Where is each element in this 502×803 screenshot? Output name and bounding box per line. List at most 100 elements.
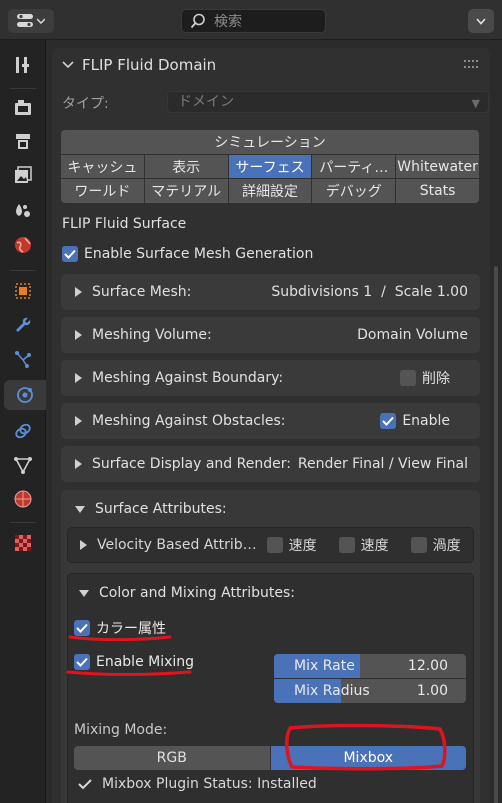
properties-header: 検索	[0, 0, 502, 40]
constraints-icon	[15, 423, 31, 439]
panel-title: FLIP Fluid Domain	[82, 56, 217, 74]
properties-main: FLIP Fluid Domain タイプ: ドメイン ▼ シミュレーション キ…	[46, 40, 502, 803]
mix-rate-slider[interactable]: Mix Rate 12.00	[274, 654, 466, 678]
checkbox-label: Enable Mixing	[96, 654, 195, 670]
tab-surface[interactable]: サーフェス	[228, 155, 312, 178]
vorticity-checkbox[interactable]: 渦度	[410, 535, 461, 555]
physics-icon	[17, 387, 33, 403]
tab-output[interactable]	[6, 126, 40, 156]
mix-rate-label: Mix Rate	[294, 658, 355, 674]
subpanel-meshing-boundary[interactable]: Meshing Against Boundary: 削除	[61, 360, 480, 396]
tab-texture[interactable]	[6, 528, 40, 558]
editor-type-button[interactable]	[8, 9, 54, 33]
enable-surface-mesh-checkbox[interactable]: Enable Surface Mesh Generation	[62, 246, 313, 262]
subpanel-velocity-attributes[interactable]: Velocity Based Attrib… 速度 速度 渦度	[67, 527, 474, 563]
chevron-right-icon	[75, 373, 82, 383]
chevron-down-icon: ▼	[471, 97, 480, 110]
subpanel-meshing-volume[interactable]: Meshing Volume: Domain Volume	[61, 317, 480, 353]
mix-rate-value: 12.00	[407, 658, 448, 674]
plugin-status-row: Mixbox Plugin Status: Installed	[78, 776, 317, 792]
tab-cache[interactable]: キャッシュ	[61, 155, 144, 178]
tab-debug[interactable]: デバッグ	[312, 179, 396, 203]
scrollbar[interactable]	[494, 266, 498, 803]
color-mixing-panel: Color and Mixing Attributes: カラー属性 Enabl…	[67, 573, 474, 803]
checkmark-icon	[380, 413, 397, 429]
tab-label: シミュレーション	[214, 135, 326, 151]
tab-tool[interactable]	[6, 50, 40, 80]
mix-radius-label: Mix Radius	[294, 683, 370, 699]
type-label: タイプ:	[62, 96, 109, 112]
flip-fluid-domain-header[interactable]: FLIP Fluid Domain	[52, 48, 490, 82]
subpanel-surface-mesh[interactable]: Surface Mesh: Subdivisions 1 / Scale 1.0…	[61, 274, 480, 310]
render-icon	[15, 100, 31, 115]
surface-attributes-title: Surface Attributes:	[95, 501, 227, 517]
chevron-right-icon	[80, 540, 87, 550]
options-dropdown[interactable]	[468, 9, 494, 33]
chevron-right-icon	[75, 330, 82, 340]
tab-world[interactable]: ワールド	[61, 179, 144, 203]
world-icon	[15, 237, 31, 253]
chevron-down-icon	[62, 61, 74, 69]
tab-material[interactable]	[6, 484, 40, 514]
search-input[interactable]: 検索	[181, 9, 326, 33]
mode-rgb-button[interactable]: RGB	[74, 746, 270, 770]
tab-data[interactable]	[6, 450, 40, 480]
tab-physics[interactable]	[4, 380, 46, 410]
velocity-checkbox[interactable]: 速度	[266, 535, 317, 555]
chevron-down-icon	[37, 18, 45, 24]
checkmark-icon	[62, 246, 78, 262]
chevron-right-icon	[75, 416, 82, 426]
search-placeholder: 検索	[214, 14, 242, 30]
tab-world[interactable]	[6, 230, 40, 260]
subpanel-label: Surface Display and Render:	[92, 456, 291, 472]
tab-particles[interactable]	[6, 344, 40, 374]
tab-scene[interactable]	[6, 196, 40, 226]
tab-whitewater[interactable]: Whitewater	[396, 155, 479, 178]
mixing-mode-label: Mixing Mode:	[74, 722, 168, 738]
velocity-label: Velocity Based Attrib…	[97, 537, 257, 553]
subpanel-value: Render Final / View Final	[297, 456, 468, 472]
view-layer-icon	[15, 166, 32, 183]
section-title: FLIP Fluid Surface	[62, 216, 187, 232]
subpanel-meshing-obstacles[interactable]: Meshing Against Obstacles: Enable	[61, 403, 480, 439]
speed-checkbox[interactable]: 速度	[338, 535, 389, 555]
tab-object[interactable]	[6, 276, 40, 306]
tab-simulation[interactable]: シミュレーション	[61, 130, 479, 154]
checkbox-label: カラー属性	[96, 621, 166, 637]
checkbox-label: 削除	[422, 371, 450, 387]
color-mixing-header[interactable]: Color and Mixing Attributes:	[79, 585, 295, 601]
tab-constraints[interactable]	[6, 416, 40, 446]
tab-stats[interactable]: Stats	[396, 179, 479, 203]
mix-radius-slider[interactable]: Mix Radius 1.00	[274, 679, 466, 703]
enable-obstacles-checkbox[interactable]: Enable	[380, 413, 450, 429]
tab-material[interactable]: マテリアル	[144, 179, 228, 203]
subpanel-display-render[interactable]: Surface Display and Render: Render Final…	[61, 446, 480, 482]
subpanel-label: Meshing Against Obstacles:	[92, 413, 286, 429]
chevron-down-icon	[75, 505, 85, 513]
tab-view-layer[interactable]	[6, 160, 40, 190]
enable-mixing-checkbox[interactable]: Enable Mixing	[74, 654, 194, 670]
remove-checkbox[interactable]: 削除	[400, 368, 450, 388]
tab-render[interactable]	[6, 92, 40, 122]
checkbox-label: 速度	[360, 538, 389, 554]
mix-radius-value: 1.00	[416, 683, 448, 699]
tab-display[interactable]: 表示	[144, 155, 228, 178]
type-select[interactable]: ドメイン ▼	[167, 91, 489, 113]
output-icon	[16, 134, 30, 149]
checkbox-box	[338, 537, 355, 553]
texture-icon	[15, 535, 31, 551]
color-attribute-checkbox[interactable]: カラー属性	[74, 618, 166, 638]
surface-attributes-header[interactable]: Surface Attributes:	[75, 501, 227, 517]
checkbox-label: 渦度	[432, 538, 461, 554]
object-icon	[15, 283, 31, 299]
checkbox-box	[410, 537, 427, 553]
subpanel-label: Meshing Against Boundary:	[92, 370, 284, 386]
tab-advanced[interactable]: 詳細設定	[228, 179, 312, 203]
material-icon	[14, 490, 32, 508]
drag-handle-icon[interactable]	[464, 60, 478, 70]
tab-particles[interactable]: パーティ…	[312, 155, 396, 178]
mode-mixbox-button[interactable]: Mixbox	[270, 746, 466, 770]
surface-attributes-panel: Surface Attributes: Velocity Based Attri…	[61, 490, 480, 803]
tab-modifiers[interactable]	[6, 310, 40, 340]
checkbox-box	[266, 537, 283, 553]
